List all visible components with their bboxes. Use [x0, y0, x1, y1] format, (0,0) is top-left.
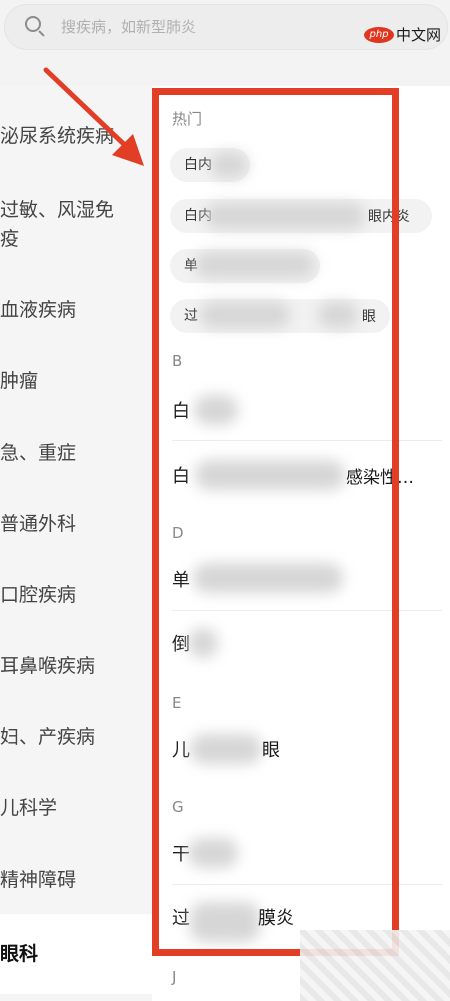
blurred-text: [188, 838, 238, 868]
category-item-oral[interactable]: 口腔疾病: [0, 581, 152, 610]
site-watermark-logo: php 中文网: [364, 24, 441, 45]
disease-item[interactable]: 过: [172, 904, 190, 930]
category-item-mental[interactable]: 精神障碍: [0, 866, 152, 895]
disease-item[interactable]: 白: [172, 397, 190, 423]
search-icon: [25, 16, 47, 38]
list-divider: [172, 440, 442, 441]
blurred-text: [205, 203, 365, 229]
blurred-text: [190, 902, 260, 942]
section-header-hot: 热门: [172, 110, 203, 128]
category-item-allergy[interactable]: 过敏、风湿免: [0, 196, 152, 225]
disease-item-tail: 膜炎: [258, 908, 294, 929]
blurred-text: [194, 395, 238, 425]
category-item-ent[interactable]: 耳鼻喉疾病: [0, 652, 152, 681]
section-header-b: B: [172, 352, 183, 370]
list-divider: [172, 610, 442, 611]
category-item-surgery[interactable]: 普通外科: [0, 510, 152, 539]
category-item-pediatrics[interactable]: 儿科学: [0, 794, 152, 823]
category-item-tumor[interactable]: 肿瘤: [0, 367, 152, 396]
category-item-blood[interactable]: 血液疾病: [0, 296, 152, 325]
section-header-j: J: [172, 968, 177, 986]
watermark-text: 中文网: [396, 26, 442, 44]
category-item-gynecology[interactable]: 妇、产疾病: [0, 723, 152, 752]
disease-item-tail: 感染性…: [346, 468, 414, 488]
hot-tag-tail: 眼: [362, 309, 376, 325]
list-divider: [172, 884, 442, 885]
watermark-pattern: [300, 930, 450, 1001]
disease-item[interactable]: 白: [172, 462, 190, 488]
disease-item[interactable]: 儿: [172, 736, 190, 762]
blurred-text: [318, 302, 358, 328]
disease-item-tail: 眼: [262, 740, 280, 761]
search-header: php 中文网: [0, 0, 450, 66]
category-sidebar: 泌尿系统疾病 过敏、风湿免 疫 血液疾病 肿瘤 急、重症 普通外科 口腔疾病 耳…: [0, 86, 152, 1001]
blurred-text: [200, 302, 290, 328]
blurred-text: [195, 460, 345, 490]
section-header-e: E: [172, 694, 182, 712]
php-logo-icon: php: [364, 26, 394, 43]
category-item-allergy-cont[interactable]: 疫: [0, 225, 152, 254]
hot-tag-tail: 眼内炎: [368, 209, 410, 225]
section-header-d: D: [172, 524, 184, 542]
search-input[interactable]: [61, 18, 341, 36]
blurred-text: [210, 152, 248, 178]
blurred-text: [190, 734, 262, 764]
blurred-text: [188, 628, 218, 658]
category-item-emergency[interactable]: 急、重症: [0, 439, 152, 468]
disease-item[interactable]: 单: [172, 566, 190, 592]
blurred-text: [195, 252, 315, 278]
blurred-text: [193, 563, 343, 593]
section-header-g: G: [172, 798, 184, 816]
category-item-urinary[interactable]: 泌尿系统疾病: [0, 122, 152, 151]
category-item-ophthalmology[interactable]: 眼科: [0, 914, 152, 994]
